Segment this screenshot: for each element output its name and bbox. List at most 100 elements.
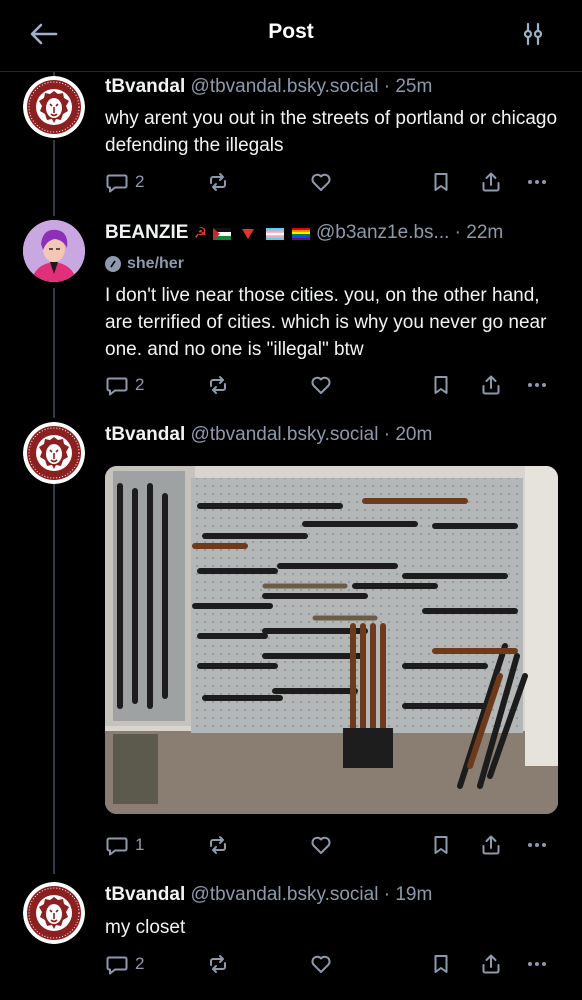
avatar-illustration: [23, 220, 85, 282]
post-header: tBvandal @tbvandal.bsky.social · 25m: [105, 76, 558, 98]
name-emojis: ☭: [194, 225, 316, 242]
like-button[interactable]: [309, 831, 333, 859]
thread-line: [53, 140, 55, 216]
post-actions: 1: [105, 831, 555, 859]
speech-bubble-icon: [105, 952, 129, 976]
post-time: · 25m: [383, 76, 433, 97]
author-handle[interactable]: @tbvandal.bsky.social: [191, 424, 379, 445]
lion-crest-icon: [23, 882, 85, 944]
pronouns-label: she/her: [105, 255, 184, 273]
repost-icon: [206, 373, 230, 397]
repost-icon: [206, 952, 230, 976]
hammer-sickle-icon: ☭: [193, 225, 208, 242]
author-handle[interactable]: @tbvandal.bsky.social: [191, 76, 379, 97]
post-image[interactable]: [105, 466, 558, 814]
more-options-button[interactable]: [525, 950, 549, 978]
share-button[interactable]: [479, 950, 503, 978]
author-name[interactable]: tBvandal: [105, 76, 185, 97]
post-header: tBvandal @tbvandal.bsky.social · 20m: [105, 424, 558, 446]
post-time: · 22m: [454, 222, 504, 243]
post-text: my closet: [105, 917, 186, 938]
bookmark-icon: [429, 833, 453, 857]
author-name[interactable]: BEANZIE: [105, 222, 188, 243]
speech-bubble-icon: [105, 833, 129, 857]
avatar[interactable]: [23, 882, 85, 944]
thread-line: [53, 288, 55, 418]
post-text: why arent you out in the streets of port…: [105, 108, 558, 156]
post-actions: 2: [105, 950, 555, 978]
pronoun-icon: [105, 256, 121, 272]
reply-button[interactable]: 2: [105, 168, 144, 196]
reply-count: 2: [135, 375, 145, 394]
red-triangle-icon: [242, 229, 255, 240]
post-time: · 20m: [383, 424, 433, 445]
page-title: Post: [268, 20, 314, 43]
bookmark-button[interactable]: [429, 168, 453, 196]
reply-count: 2: [135, 954, 145, 973]
avatar[interactable]: [23, 76, 85, 138]
heart-icon: [309, 373, 333, 397]
heart-icon: [309, 952, 333, 976]
post-text: I don't live near those cities. you, on …: [105, 285, 547, 360]
ellipsis-icon: [525, 170, 549, 194]
share-icon: [479, 170, 503, 194]
bookmark-button[interactable]: [429, 950, 453, 978]
reply-button[interactable]: 2: [105, 371, 144, 399]
top-bar: Post: [0, 0, 582, 72]
share-icon: [479, 373, 503, 397]
thread-line: [53, 482, 55, 874]
lion-crest-icon: [23, 422, 85, 484]
pronouns-text: she/her: [127, 255, 184, 272]
thread-settings-button[interactable]: [516, 18, 550, 50]
like-button[interactable]: [309, 371, 333, 399]
ellipsis-icon: [525, 373, 549, 397]
repost-button[interactable]: [206, 371, 230, 399]
speech-bubble-icon: [105, 170, 129, 194]
bookmark-icon: [429, 373, 453, 397]
share-button[interactable]: [479, 168, 503, 196]
repost-icon: [206, 170, 230, 194]
repost-button[interactable]: [206, 831, 230, 859]
bookmark-button[interactable]: [429, 831, 453, 859]
reply-button[interactable]: 1: [105, 831, 144, 859]
post-header: tBvandal @tbvandal.bsky.social · 19m: [105, 884, 558, 906]
repost-button[interactable]: [206, 168, 230, 196]
heart-icon: [309, 833, 333, 857]
share-button[interactable]: [479, 371, 503, 399]
repost-icon: [206, 833, 230, 857]
lion-crest-icon: [23, 76, 85, 138]
bookmark-button[interactable]: [429, 371, 453, 399]
rainbow-flag-icon: [291, 228, 310, 241]
more-options-button[interactable]: [525, 168, 549, 196]
speech-bubble-icon: [105, 373, 129, 397]
more-options-button[interactable]: [525, 371, 549, 399]
trans-flag-icon: [265, 228, 284, 241]
author-name[interactable]: tBvandal: [105, 424, 185, 445]
share-icon: [479, 952, 503, 976]
like-button[interactable]: [309, 950, 333, 978]
post-actions: 2: [105, 168, 555, 196]
ellipsis-icon: [525, 833, 549, 857]
repost-button[interactable]: [206, 950, 230, 978]
like-button[interactable]: [309, 168, 333, 196]
author-handle[interactable]: @tbvandal.bsky.social: [191, 884, 379, 905]
author-name[interactable]: tBvandal: [105, 884, 185, 905]
author-handle[interactable]: @b3anz1e.bs...: [316, 222, 449, 243]
weapons-wall-photo: [105, 466, 558, 814]
avatar[interactable]: [23, 422, 85, 484]
ellipsis-icon: [525, 952, 549, 976]
reply-count: 1: [135, 835, 145, 854]
post-actions: 2: [105, 371, 555, 399]
post-header: BEANZIE ☭ @b3anz1e.bs... · 22m: [105, 222, 558, 244]
bookmark-icon: [429, 952, 453, 976]
palestine-flag-icon: [213, 228, 232, 241]
reply-button[interactable]: 2: [105, 950, 144, 978]
avatar[interactable]: [23, 220, 85, 282]
post-time: · 19m: [383, 884, 433, 905]
reply-count: 2: [135, 172, 145, 191]
share-button[interactable]: [479, 831, 503, 859]
sliders-icon: [523, 22, 543, 46]
bookmark-icon: [429, 170, 453, 194]
heart-icon: [309, 170, 333, 194]
more-options-button[interactable]: [525, 831, 549, 859]
